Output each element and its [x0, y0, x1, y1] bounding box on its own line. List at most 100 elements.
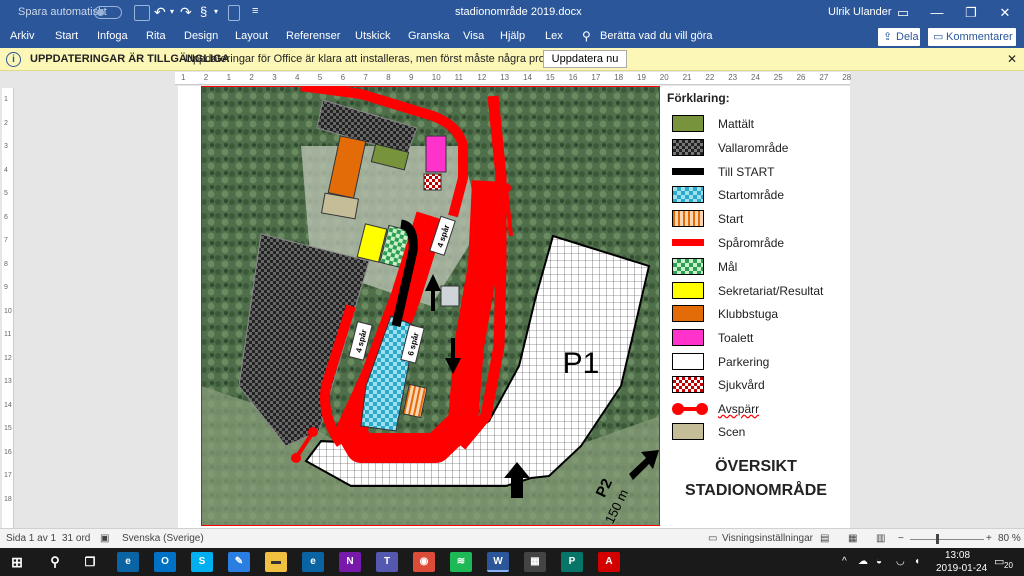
page-count[interactable]: Sida 1 av 1 [6, 533, 56, 544]
windows-taskbar: ⊞ ⚲ ❐ e O S ✎ ▬ e N T ◉ ≋ W ▦ P A ^ ☁ ◒ … [0, 548, 1024, 576]
food-tent-swatch [672, 115, 704, 132]
legend-label: Klubbstuga [718, 307, 779, 321]
tab-rita[interactable]: Rita [146, 30, 166, 42]
zoom-out-icon[interactable]: − [898, 533, 904, 544]
restore-icon[interactable]: ❐ [954, 0, 988, 26]
customize-toolbar-icon[interactable]: ≡ [252, 5, 258, 17]
ribbon-display-icon[interactable]: ▭ [886, 0, 920, 26]
close-icon[interactable]: ✕ [988, 0, 1022, 26]
clock-time[interactable]: 13:08 [945, 550, 970, 561]
chrome-icon[interactable]: ◉ [413, 552, 435, 572]
tab-granska[interactable]: Granska [408, 30, 450, 42]
undo-icon[interactable]: ↶ [154, 4, 166, 21]
proofing-icon[interactable]: ▣ [100, 533, 109, 544]
zoom-in-icon[interactable]: + [986, 533, 992, 544]
ruler-tick: 22 [705, 73, 715, 82]
infobar-close-icon[interactable]: ✕ [1007, 52, 1017, 66]
teams-icon[interactable]: T [376, 552, 398, 572]
word-count[interactable]: 31 ord [62, 533, 90, 544]
document-icon[interactable] [228, 5, 240, 21]
vertical-ruler[interactable]: 1 2 3 4 5 6 7 8 9 10 11 12 13 14 15 16 17 18 [2, 88, 14, 528]
user-name[interactable]: Ulrik Ulander [828, 6, 892, 18]
document-page[interactable]: 4 spår 4 spår 6 spår P1 P2 150 m Förklar… [178, 86, 850, 528]
parking-swatch [672, 353, 704, 370]
tab-start[interactable]: Start [55, 30, 78, 42]
ruler-tick: 5 [4, 190, 8, 197]
network-icon[interactable]: ◒ [876, 556, 882, 567]
redo-icon[interactable]: ↷ [180, 4, 192, 21]
legend-label: Avspärr [718, 402, 760, 416]
legend-label: Sjukvård [718, 378, 765, 392]
file-explorer-icon[interactable]: ▬ [265, 552, 287, 572]
onenote-icon[interactable]: N [339, 552, 361, 572]
spotify-icon[interactable]: ≋ [450, 552, 472, 572]
ruler-tick: 4 [4, 166, 8, 174]
skype-icon[interactable]: S [191, 552, 213, 572]
map-legend: Förklaring: Mattält Vallarområde Till ST… [666, 86, 850, 528]
ruler-tick: 11 [454, 73, 463, 82]
windows-start-icon[interactable]: ⊞ [6, 552, 28, 572]
ruler-tick: 13 [4, 378, 12, 385]
volume-icon[interactable]: ◖ [914, 556, 920, 567]
format-icon[interactable]: § [200, 4, 207, 19]
edge-alt-icon[interactable]: e [302, 552, 324, 572]
clock-date[interactable]: 2019-01-24 [936, 563, 987, 574]
notification-icon[interactable]: ▭ [994, 555, 1004, 568]
calculator-icon[interactable]: ▦ [524, 552, 546, 572]
horizontal-ruler[interactable]: 1 2 1 2 3 4 5 6 7 8 9 10 11 12 13 14 15 16 17 18 19 20 21 22 23 2… [175, 72, 851, 85]
acrobat-icon[interactable]: A [598, 552, 620, 572]
ruler-tick: 24 [751, 73, 760, 82]
comments-button[interactable]: ▭ Kommentarer [928, 28, 1016, 46]
minimize-icon[interactable]: — [920, 0, 954, 26]
web-layout-icon[interactable]: ▥ [876, 533, 885, 544]
share-button[interactable]: ⇪ Dela [878, 28, 920, 46]
ruler-tick: 3 [272, 73, 277, 82]
wifi-icon[interactable]: ◡ [896, 556, 905, 567]
tab-hjalp[interactable]: Hjälp [500, 30, 525, 42]
word-icon[interactable]: W [487, 552, 509, 572]
tab-utskick[interactable]: Utskick [355, 30, 390, 42]
legend-label: Toalett [718, 331, 754, 345]
tab-design[interactable]: Design [184, 30, 218, 42]
language[interactable]: Svenska (Sverige) [122, 533, 204, 544]
ruler-tick: 16 [568, 73, 578, 82]
first-aid-swatch [672, 376, 704, 393]
search-icon[interactable]: ⚲ [44, 552, 66, 572]
format-dropdown-icon[interactable]: ▾ [214, 7, 218, 16]
legend-label: Startområde [718, 188, 785, 202]
view-settings[interactable]: Visningsinställningar [722, 533, 813, 544]
ruler-tick: 15 [4, 425, 12, 432]
read-mode-icon[interactable]: ▤ [820, 533, 829, 544]
tab-lex[interactable]: Lex [545, 30, 563, 42]
tab-layout[interactable]: Layout [235, 30, 268, 42]
zoom-level[interactable]: 80 % [998, 533, 1021, 544]
zoom-slider[interactable] [910, 534, 984, 544]
ruler-tick: 1 [226, 73, 232, 82]
save-icon[interactable] [134, 5, 150, 21]
undo-dropdown-icon[interactable]: ▾ [170, 7, 174, 16]
ruler-tick: 6 [4, 213, 8, 221]
ruler-tick: 1 [4, 96, 8, 103]
edge-icon[interactable]: e [117, 552, 139, 572]
tab-visa[interactable]: Visa [463, 30, 484, 42]
finish-swatch [672, 258, 704, 275]
app-icon[interactable]: ✎ [228, 552, 250, 572]
overview-title-line1: ÖVERSIKT [715, 458, 797, 475]
tab-infoga[interactable]: Infoga [97, 30, 128, 42]
project-icon[interactable]: P [561, 552, 583, 572]
update-now-button[interactable]: Uppdatera nu [543, 50, 627, 68]
outlook-icon[interactable]: O [154, 552, 176, 572]
ruler-tick: 2 [249, 73, 254, 82]
legend-label: Spårområde [718, 236, 785, 250]
legend-label: Parkering [718, 355, 770, 369]
autosave-toggle[interactable] [94, 6, 122, 19]
print-layout-icon[interactable]: ▦ [848, 533, 857, 544]
show-hidden-icons[interactable]: ^ [842, 556, 847, 567]
tab-referenser[interactable]: Referenser [286, 30, 340, 42]
ruler-tick: 12 [477, 73, 487, 82]
tell-me-search[interactable]: Berätta vad du vill göra [600, 30, 713, 42]
overview-title-line2: STADIONOMRÅDE [685, 482, 827, 499]
tab-arkiv[interactable]: Arkiv [10, 30, 34, 42]
task-view-icon[interactable]: ❐ [79, 552, 101, 572]
cloud-icon[interactable]: ☁ [858, 556, 868, 567]
